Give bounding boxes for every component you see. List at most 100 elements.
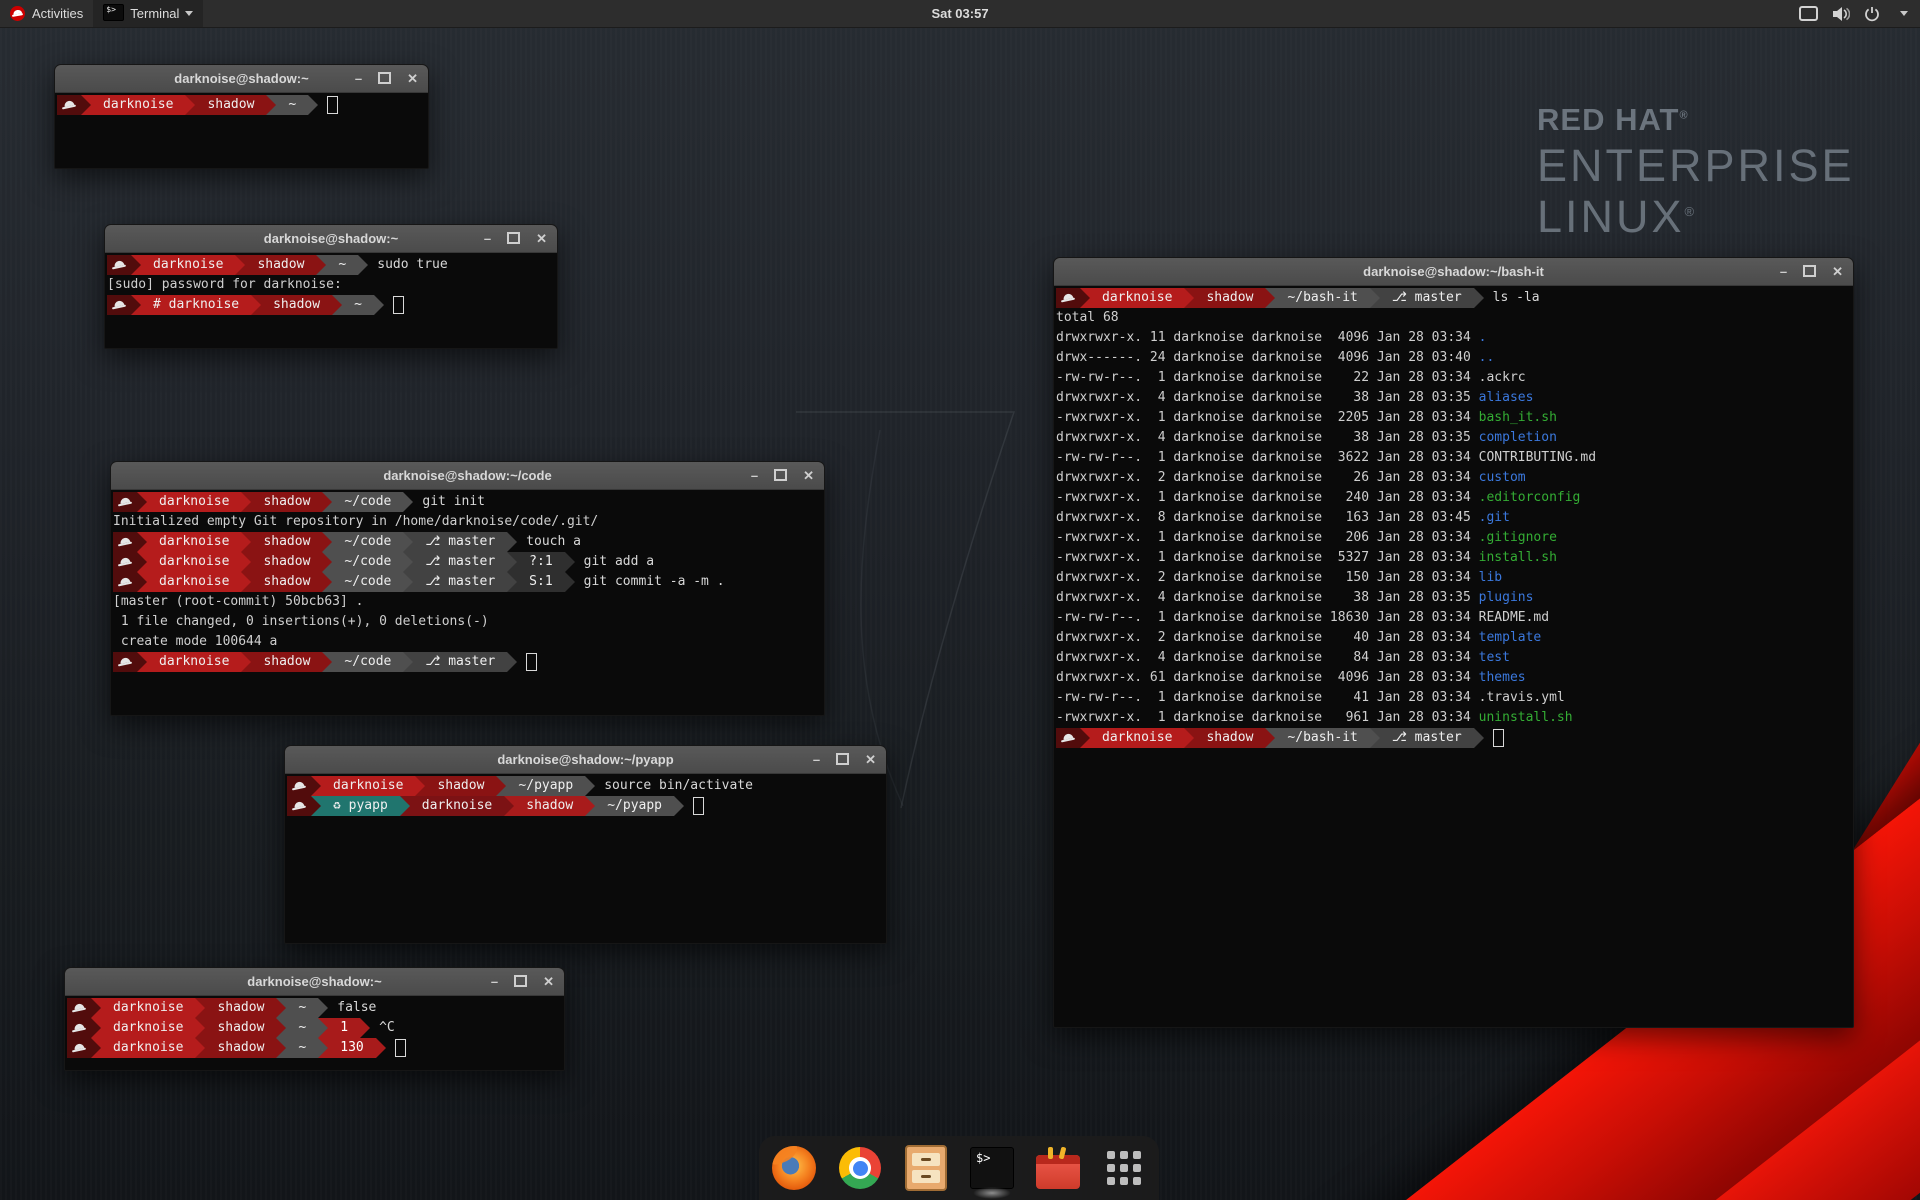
terminal-line: [sudo] password for darknoise:: [107, 275, 557, 295]
dock-item-app-grid[interactable]: [1101, 1145, 1147, 1191]
dock-item-toolbox[interactable]: [1035, 1145, 1081, 1191]
seg-out: -rw-rw-r--. 1 darknoise darknoise 22 Jan…: [1056, 368, 1479, 388]
window-titlebar[interactable]: darknoise@shadow:~/pyapp – ✕: [285, 746, 886, 774]
close-button[interactable]: ✕: [1832, 265, 1843, 278]
dock: $>: [759, 1136, 1159, 1200]
powerline-arrow-icon: [376, 1038, 386, 1058]
terminal-content[interactable]: darknoiseshadow~/pyappsource bin/activat…: [285, 774, 886, 943]
seg-cursor: [526, 653, 537, 671]
window-titlebar[interactable]: darknoise@shadow:~ – ✕: [55, 65, 428, 93]
terminal-line: -rw-rw-r--. 1 darknoise darknoise 22 Jan…: [1056, 368, 1853, 388]
close-button[interactable]: ✕: [865, 753, 876, 766]
seg-out: drwxrwxr-x. 4 darknoise darknoise 38 Jan…: [1056, 388, 1479, 408]
close-button[interactable]: ✕: [536, 232, 547, 245]
seg-host: shadow: [251, 532, 322, 552]
close-button[interactable]: ✕: [407, 72, 418, 85]
maximize-button[interactable]: [836, 753, 849, 767]
terminal-line: -rw-rw-r--. 1 darknoise darknoise 3622 J…: [1056, 448, 1853, 468]
terminal-line: -rwxrwxr-x. 1 darknoise darknoise 5327 J…: [1056, 548, 1853, 568]
maximize-button[interactable]: [514, 975, 527, 989]
display-icon[interactable]: [1799, 6, 1818, 21]
seg-git: ⎇ master: [413, 532, 507, 552]
seg-venv: ♻ pyapp: [321, 796, 400, 816]
seg-host: shadow: [1194, 288, 1265, 308]
window-titlebar[interactable]: darknoise@shadow:~ – ✕: [105, 225, 557, 253]
powerline-arrow-icon: [360, 1018, 370, 1038]
dock-item-files[interactable]: [903, 1145, 949, 1191]
window-titlebar[interactable]: darknoise@shadow:~ – ✕: [65, 968, 564, 996]
seg-out: -rw-rw-r--. 1 darknoise darknoise 41 Jan…: [1056, 688, 1479, 708]
minimize-button[interactable]: –: [491, 975, 498, 988]
window-title: darknoise@shadow:~: [264, 231, 398, 246]
dock-item-terminal[interactable]: $>: [969, 1145, 1015, 1191]
dock-item-firefox[interactable]: [771, 1145, 817, 1191]
terminal-content[interactable]: darknoiseshadow~/codegit initInitialized…: [111, 490, 824, 715]
powerline-arrow-icon: [403, 652, 413, 672]
system-menu-caret-icon[interactable]: [1900, 11, 1908, 16]
seg-user: darknoise: [101, 1018, 195, 1038]
terminal-content[interactable]: darknoiseshadow~: [55, 93, 428, 168]
close-button[interactable]: ✕: [543, 975, 554, 988]
seg-user: darknoise: [1090, 728, 1184, 748]
app-menu-terminal[interactable]: $> Terminal: [93, 0, 203, 27]
close-button[interactable]: ✕: [803, 469, 814, 482]
seg-user: darknoise: [141, 255, 235, 275]
terminal-content[interactable]: darknoiseshadow~falsedarknoiseshadow~1^C…: [65, 996, 564, 1070]
seg-cursor: [1493, 729, 1504, 747]
terminal-line: drwxrwxr-x. 2 darknoise darknoise 40 Jan…: [1056, 628, 1853, 648]
rhel-logo-enterprise: ENTERPRISE: [1537, 143, 1855, 188]
powerline-arrow-icon: [403, 572, 413, 592]
powerline-arrow-icon: [403, 552, 413, 572]
activities-button[interactable]: Activities: [0, 0, 93, 27]
terminal-line: drwxrwxr-x. 61 darknoise darknoise 4096 …: [1056, 668, 1853, 688]
terminal-line: darknoiseshadow~: [57, 95, 428, 115]
dock-item-chrome[interactable]: [837, 1145, 883, 1191]
maximize-icon: [1803, 265, 1816, 277]
minimize-button[interactable]: –: [1780, 265, 1787, 278]
window-title: darknoise@shadow:~/pyapp: [497, 752, 673, 767]
seg-path: ~: [342, 295, 374, 315]
maximize-button[interactable]: [378, 72, 391, 86]
maximize-button[interactable]: [1803, 265, 1816, 279]
window-titlebar[interactable]: darknoise@shadow:~/bash-it – ✕: [1054, 258, 1853, 286]
powerline-arrow-icon: [276, 998, 286, 1018]
maximize-button[interactable]: [774, 469, 787, 483]
powerline-arrow-icon: [318, 998, 328, 1018]
powerline-arrow-icon: [131, 295, 141, 315]
seg-out: drwxrwxr-x. 4 darknoise darknoise 84 Jan…: [1056, 648, 1479, 668]
minimize-button[interactable]: –: [484, 232, 491, 245]
window-title: darknoise@shadow:~: [247, 974, 381, 989]
clock[interactable]: Sat 03:57: [931, 6, 988, 21]
seg-user2: shadow: [514, 796, 585, 816]
terminal-line: -rwxrwxr-x. 1 darknoise darknoise 2205 J…: [1056, 408, 1853, 428]
powerline-arrow-icon: [195, 1018, 205, 1038]
power-icon[interactable]: [1864, 6, 1880, 22]
terminal-line: # darknoiseshadow~: [107, 295, 557, 315]
seg-exec: uninstall.sh: [1479, 708, 1573, 728]
seg-out: 1 file changed, 0 insertions(+), 0 delet…: [113, 612, 489, 632]
minimize-button[interactable]: –: [751, 469, 758, 482]
minimize-button[interactable]: –: [355, 72, 362, 85]
terminal-content[interactable]: darknoiseshadow~sudo true[sudo] password…: [105, 253, 557, 348]
powerline-arrow-icon: [507, 652, 517, 672]
seg-exec: .gitignore: [1479, 528, 1557, 548]
seg-dir: template: [1479, 628, 1542, 648]
window-titlebar[interactable]: darknoise@shadow:~/code – ✕: [111, 462, 824, 490]
terminal-content[interactable]: darknoiseshadow~/bash-it⎇ masterls -lato…: [1054, 286, 1853, 1027]
terminal-line: -rw-rw-r--. 1 darknoise darknoise 41 Jan…: [1056, 688, 1853, 708]
minimize-button[interactable]: –: [813, 753, 820, 766]
seg-out: drwxrwxr-x. 61 darknoise darknoise 4096 …: [1056, 668, 1479, 688]
terminal-window: darknoise@shadow:~/pyapp – ✕ darknoisesh…: [284, 745, 887, 944]
terminal-line: -rw-rw-r--. 1 darknoise darknoise 18630 …: [1056, 608, 1853, 628]
seg-cursor: [395, 1039, 406, 1057]
terminal-line: -rwxrwxr-x. 1 darknoise darknoise 206 Ja…: [1056, 528, 1853, 548]
powerline-arrow-icon: [316, 255, 326, 275]
seg-cmd: git commit -a -m .: [575, 572, 725, 592]
maximize-button[interactable]: [507, 232, 520, 246]
powerline-arrow-icon: [195, 1038, 205, 1058]
volume-icon[interactable]: [1832, 6, 1850, 22]
clock-area: Sat 03:57: [0, 6, 1920, 21]
terminal-line: darknoiseshadow~/pyappsource bin/activat…: [287, 776, 886, 796]
seg-hat: [1056, 728, 1080, 748]
seg-cmd: git add a: [575, 552, 654, 572]
